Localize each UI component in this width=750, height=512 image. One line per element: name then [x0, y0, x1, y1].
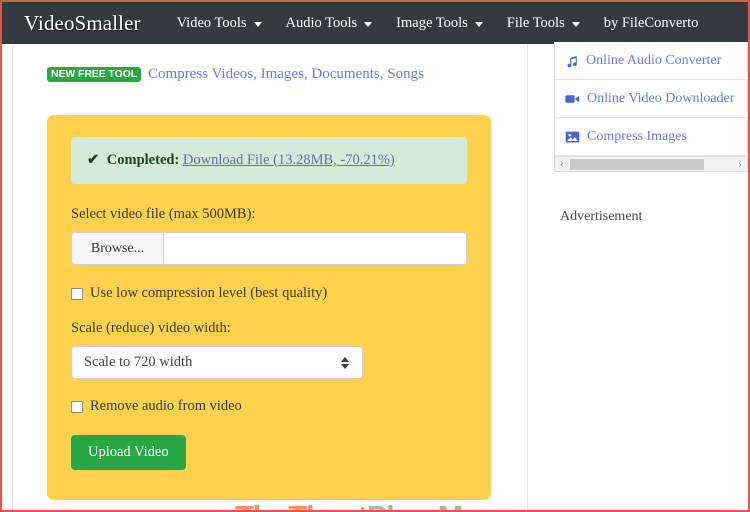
nav-item-video-tools[interactable]: Video Tools — [165, 11, 274, 36]
chevron-down-icon — [364, 21, 373, 27]
site-logo[interactable]: VideoSmaller — [24, 11, 141, 36]
scale-select[interactable]: Scale to 720 width — [71, 346, 363, 379]
nav-item-label: Video Tools — [176, 14, 247, 31]
widget-horizontal-scrollbar[interactable]: ‹ › — [555, 156, 747, 171]
nav-item-label: File Tools — [506, 14, 565, 31]
check-icon: ✔ — [87, 152, 100, 168]
sidebar-item-label: Compress Images — [587, 128, 687, 144]
sidebar-item-label: Online Video Downloader — [587, 90, 735, 106]
browse-button[interactable]: Browse... — [72, 233, 164, 264]
sidebar-item-online-video-downloader[interactable]: Online Video Downloader — [555, 80, 747, 118]
low-compression-label: Use low compression level (best quality) — [90, 285, 328, 301]
upload-video-button[interactable]: Upload Video — [71, 435, 186, 470]
sidebar-item-online-audio-converter[interactable]: Online Audio Converter — [555, 42, 747, 80]
promo-link[interactable]: Compress Videos, Images, Documents, Song… — [148, 66, 424, 83]
image-icon — [565, 130, 580, 144]
sidebar-item-label: Online Audio Converter — [586, 52, 722, 68]
completed-alert: ✔ Completed: Download File (13.28MB, -70… — [71, 137, 467, 184]
remove-audio-label: Remove audio from video — [90, 398, 242, 414]
nav-item-audio-tools[interactable]: Audio Tools — [274, 11, 385, 36]
compression-form-card: ✔ Completed: Download File (13.28MB, -70… — [47, 115, 491, 500]
watermark-part-a: ThuThuat — [235, 499, 368, 510]
scrollbar-track-remainder — [705, 159, 733, 170]
nav-item-image-tools[interactable]: Image Tools — [384, 11, 495, 36]
video-file-input[interactable]: Browse... — [71, 232, 467, 265]
low-compression-checkbox[interactable] — [71, 287, 83, 300]
sidebar-item-compress-images[interactable]: Compress Images — [555, 118, 747, 156]
selected-file-name — [164, 233, 466, 264]
nav-item-label: by FileConverto — [603, 14, 699, 31]
file-field-label: Select video file (max 500MB): — [71, 206, 256, 222]
nav-item-label: Image Tools — [396, 14, 468, 31]
remove-audio-checkbox-row[interactable]: Remove audio from video — [71, 398, 467, 415]
scale-field-label: Scale (reduce) video width: — [71, 320, 231, 336]
download-file-link[interactable]: Download File (13.28MB, -70.21%) — [183, 152, 395, 168]
top-navbar: VideoSmaller Video Tools Audio Tools Ima… — [2, 2, 748, 44]
page-body: NEW FREE TOOL Compress Videos, Images, D… — [2, 42, 748, 510]
scale-select-wrapper: Scale to 720 width — [71, 346, 363, 379]
site-watermark: ThuThuatPhanMem.vn — [235, 499, 547, 510]
chevron-down-icon — [571, 21, 580, 27]
scrollbar-thumb[interactable] — [570, 158, 704, 170]
new-free-tool-badge: NEW FREE TOOL — [47, 66, 142, 83]
video-camera-icon — [565, 92, 580, 106]
main-content-column: NEW FREE TOOL Compress Videos, Images, D… — [12, 44, 547, 510]
music-note-icon — [565, 54, 579, 68]
completed-label: Completed: — [106, 152, 180, 168]
nav-item-by-fileconverto[interactable]: by FileConverto — [592, 11, 711, 36]
low-compression-checkbox-row[interactable]: Use low compression level (best quality) — [71, 285, 467, 302]
scroll-left-arrow-icon[interactable]: ‹ — [555, 156, 569, 171]
browser-page: VideoSmaller Video Tools Audio Tools Ima… — [0, 0, 750, 512]
scroll-right-arrow-icon[interactable]: › — [733, 156, 747, 171]
sidebar-column: Online Audio Converter Online Video Down… — [529, 42, 748, 510]
nav-item-label: Audio Tools — [285, 14, 358, 31]
advertisement-label: Advertisement — [560, 209, 643, 224]
chevron-down-icon — [474, 21, 483, 27]
chevron-down-icon — [253, 21, 262, 27]
nav-item-file-tools[interactable]: File Tools — [495, 11, 592, 36]
promo-banner: NEW FREE TOOL Compress Videos, Images, D… — [47, 66, 424, 83]
remove-audio-checkbox[interactable] — [71, 400, 83, 413]
related-tools-widget: Online Audio Converter Online Video Down… — [554, 42, 748, 172]
watermark-part-b: PhanMem.vn — [367, 499, 547, 510]
